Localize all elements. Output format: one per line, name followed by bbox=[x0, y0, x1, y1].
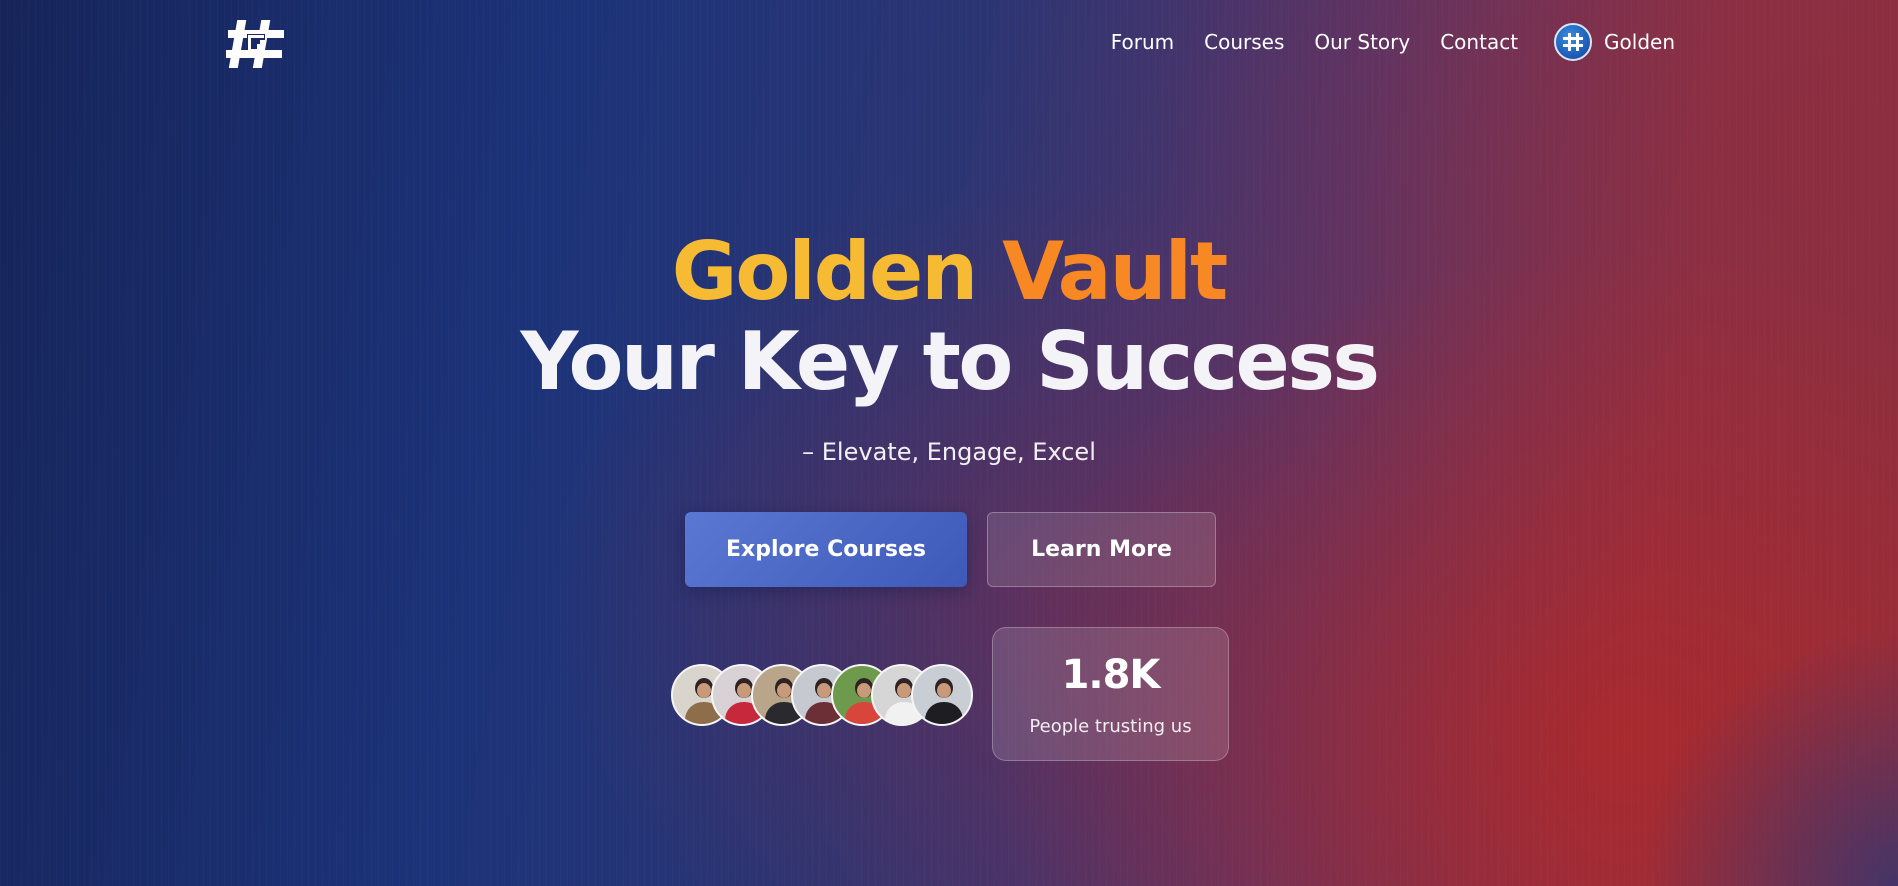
hero-title-tagline: Your Key to Success bbox=[520, 315, 1380, 408]
explore-courses-button[interactable]: Explore Courses bbox=[685, 512, 967, 587]
user-menu[interactable]: Golden bbox=[1554, 23, 1675, 61]
trust-stat-card: 1.8K People trusting us bbox=[992, 627, 1229, 761]
member-avatar bbox=[911, 664, 973, 726]
learn-more-button[interactable]: Learn More bbox=[987, 512, 1216, 587]
hero-title-word-vault: Vault bbox=[1002, 225, 1228, 318]
nav-link-forum[interactable]: Forum bbox=[1111, 30, 1174, 54]
hero-title-word-golden: Golden bbox=[671, 225, 979, 318]
gv-hash-logo-icon bbox=[226, 20, 284, 68]
trust-stat-label: People trusting us bbox=[1029, 716, 1192, 737]
nav-link-our-story[interactable]: Our Story bbox=[1314, 30, 1410, 54]
user-avatar-icon bbox=[1554, 23, 1593, 61]
member-avatars bbox=[671, 664, 973, 726]
trust-stat-value: 1.8K bbox=[1061, 652, 1161, 698]
hero-title-brand: Golden Vault bbox=[0, 222, 1898, 322]
nav-link-courses[interactable]: Courses bbox=[1204, 30, 1284, 54]
nav-link-contact[interactable]: Contact bbox=[1440, 30, 1518, 54]
hero-subtitle: – Elevate, Engage, Excel bbox=[802, 438, 1096, 466]
user-name: Golden bbox=[1604, 30, 1675, 54]
brand-logo[interactable] bbox=[224, 16, 290, 72]
top-navigation: Forum Courses Our Story Contact Golden bbox=[1111, 23, 1675, 61]
